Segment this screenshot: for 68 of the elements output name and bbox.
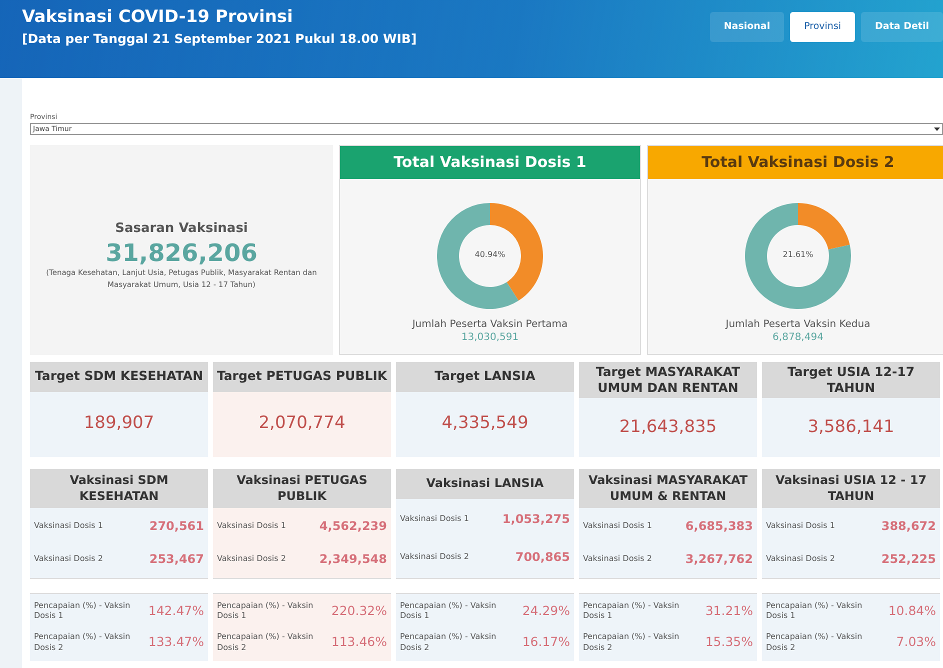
achievement-label: Pencapaian (%) - Vaksin Dosis 1 bbox=[583, 600, 680, 622]
card-header: Vaksinasi LANSIA bbox=[396, 468, 574, 498]
participant-count: 6,878,494 bbox=[772, 332, 824, 342]
dose-label: Vaksinasi Dosis 2 bbox=[217, 554, 286, 564]
page-title: Vaksinasi COVID-19 Provinsi bbox=[22, 8, 293, 27]
achievement-value: 7.03% bbox=[896, 633, 936, 652]
achievement-value: 16.17% bbox=[522, 633, 570, 652]
dose-label: Vaksinasi Dosis 2 bbox=[400, 552, 469, 562]
achievement-value: 24.29% bbox=[522, 602, 570, 620]
target-value: 3,586,141 bbox=[808, 416, 894, 438]
donut-caption: Jumlah Peserta Vaksin Pertama bbox=[412, 318, 568, 332]
donut-percent: 21.61% bbox=[782, 248, 814, 260]
target-value: 21,643,835 bbox=[619, 416, 717, 438]
target-value: 4,335,549 bbox=[442, 412, 528, 436]
dose-label: Vaksinasi Dosis 2 bbox=[766, 554, 835, 564]
target-value: 2,070,774 bbox=[258, 412, 346, 436]
card-header: Target SDM KESEHATAN bbox=[30, 362, 208, 392]
dose-label: Vaksinasi Dosis 1 bbox=[34, 521, 103, 532]
card-header: Target LANSIA bbox=[396, 362, 574, 392]
achievement-value: 142.47% bbox=[148, 602, 204, 620]
dose-label: Vaksinasi Dosis 2 bbox=[583, 554, 652, 564]
achievement-label: Pencapaian (%) - Vaksin Dosis 1 bbox=[400, 600, 498, 622]
dose-value: 4,562,239 bbox=[319, 518, 387, 536]
card-header: Target MASYARAKAT UMUM DAN RENTAN bbox=[579, 362, 757, 398]
achievement-value: 220.32% bbox=[331, 602, 387, 620]
achievement-value: 31.21% bbox=[705, 602, 753, 620]
panel-header: Total Vaksinasi Dosis 1 bbox=[340, 146, 640, 178]
achievement-label: Pencapaian (%) - Vaksin Dosis 2 bbox=[583, 632, 680, 654]
card-header: Vaksinasi USIA 12 - 17 TAHUN bbox=[762, 468, 940, 508]
dose-label: Vaksinasi Dosis 1 bbox=[766, 521, 835, 532]
dose-label: Vaksinasi Dosis 1 bbox=[217, 521, 286, 532]
dose-label: Vaksinasi Dosis 1 bbox=[400, 514, 469, 524]
dose-label: Vaksinasi Dosis 1 bbox=[583, 521, 652, 532]
achievement-label: Pencapaian (%) - Vaksin Dosis 2 bbox=[400, 632, 498, 654]
dose-value: 388,672 bbox=[881, 518, 936, 536]
participant-count: 13,030,591 bbox=[461, 332, 519, 342]
card-header: Target USIA 12-17 TAHUN bbox=[762, 362, 940, 398]
card-header: Target PETUGAS PUBLIK bbox=[213, 362, 391, 392]
donut-percent: 40.94% bbox=[474, 248, 506, 260]
achievement-value: 113.46% bbox=[331, 633, 387, 652]
achievement-label: Pencapaian (%) - Vaksin Dosis 2 bbox=[34, 632, 132, 654]
dose-value: 6,685,383 bbox=[685, 518, 753, 536]
achievement-label: Pencapaian (%) - Vaksin Dosis 1 bbox=[217, 600, 314, 622]
panel-header: Total Vaksinasi Dosis 2 bbox=[648, 146, 943, 178]
panel-title: Sasaran Vaksinasi bbox=[115, 220, 248, 238]
card-header: Vaksinasi MASYARAKAT UMUM & RENTAN bbox=[579, 468, 757, 508]
achievement-label: Pencapaian (%) - Vaksin Dosis 2 bbox=[217, 632, 314, 654]
donut-caption: Jumlah Peserta Vaksin Kedua bbox=[726, 318, 870, 332]
dose-value: 2,349,548 bbox=[319, 551, 387, 568]
achievement-label: Pencapaian (%) - Vaksin Dosis 1 bbox=[766, 600, 864, 622]
target-total: 31,826,206 bbox=[106, 238, 258, 268]
dose-value: 270,561 bbox=[149, 518, 204, 536]
card-header: Vaksinasi SDM KESEHATAN bbox=[30, 468, 208, 508]
achievement-value: 15.35% bbox=[705, 633, 753, 652]
dose-label: Vaksinasi Dosis 2 bbox=[34, 554, 103, 564]
dose-value: 253,467 bbox=[149, 551, 204, 568]
target-value: 189,907 bbox=[84, 412, 154, 436]
dose-value: 1,053,275 bbox=[502, 511, 570, 528]
nav-tab[interactable]: Provinsi bbox=[790, 12, 856, 42]
dose-value: 3,267,762 bbox=[685, 551, 753, 568]
dose-value: 700,865 bbox=[515, 548, 570, 566]
achievement-value: 133.47% bbox=[148, 633, 204, 652]
date-subtitle: [Data per Tanggal 21 September 2021 Pukul 18.00 WIB] bbox=[22, 30, 417, 48]
dose-value: 252,225 bbox=[881, 551, 936, 568]
achievement-label: Pencapaian (%) - Vaksin Dosis 2 bbox=[766, 632, 864, 654]
card-header: Vaksinasi PETUGAS PUBLIK bbox=[213, 468, 391, 508]
achievement-label: Pencapaian (%) - Vaksin Dosis 1 bbox=[34, 600, 132, 622]
achievement-value: 10.84% bbox=[888, 602, 936, 620]
